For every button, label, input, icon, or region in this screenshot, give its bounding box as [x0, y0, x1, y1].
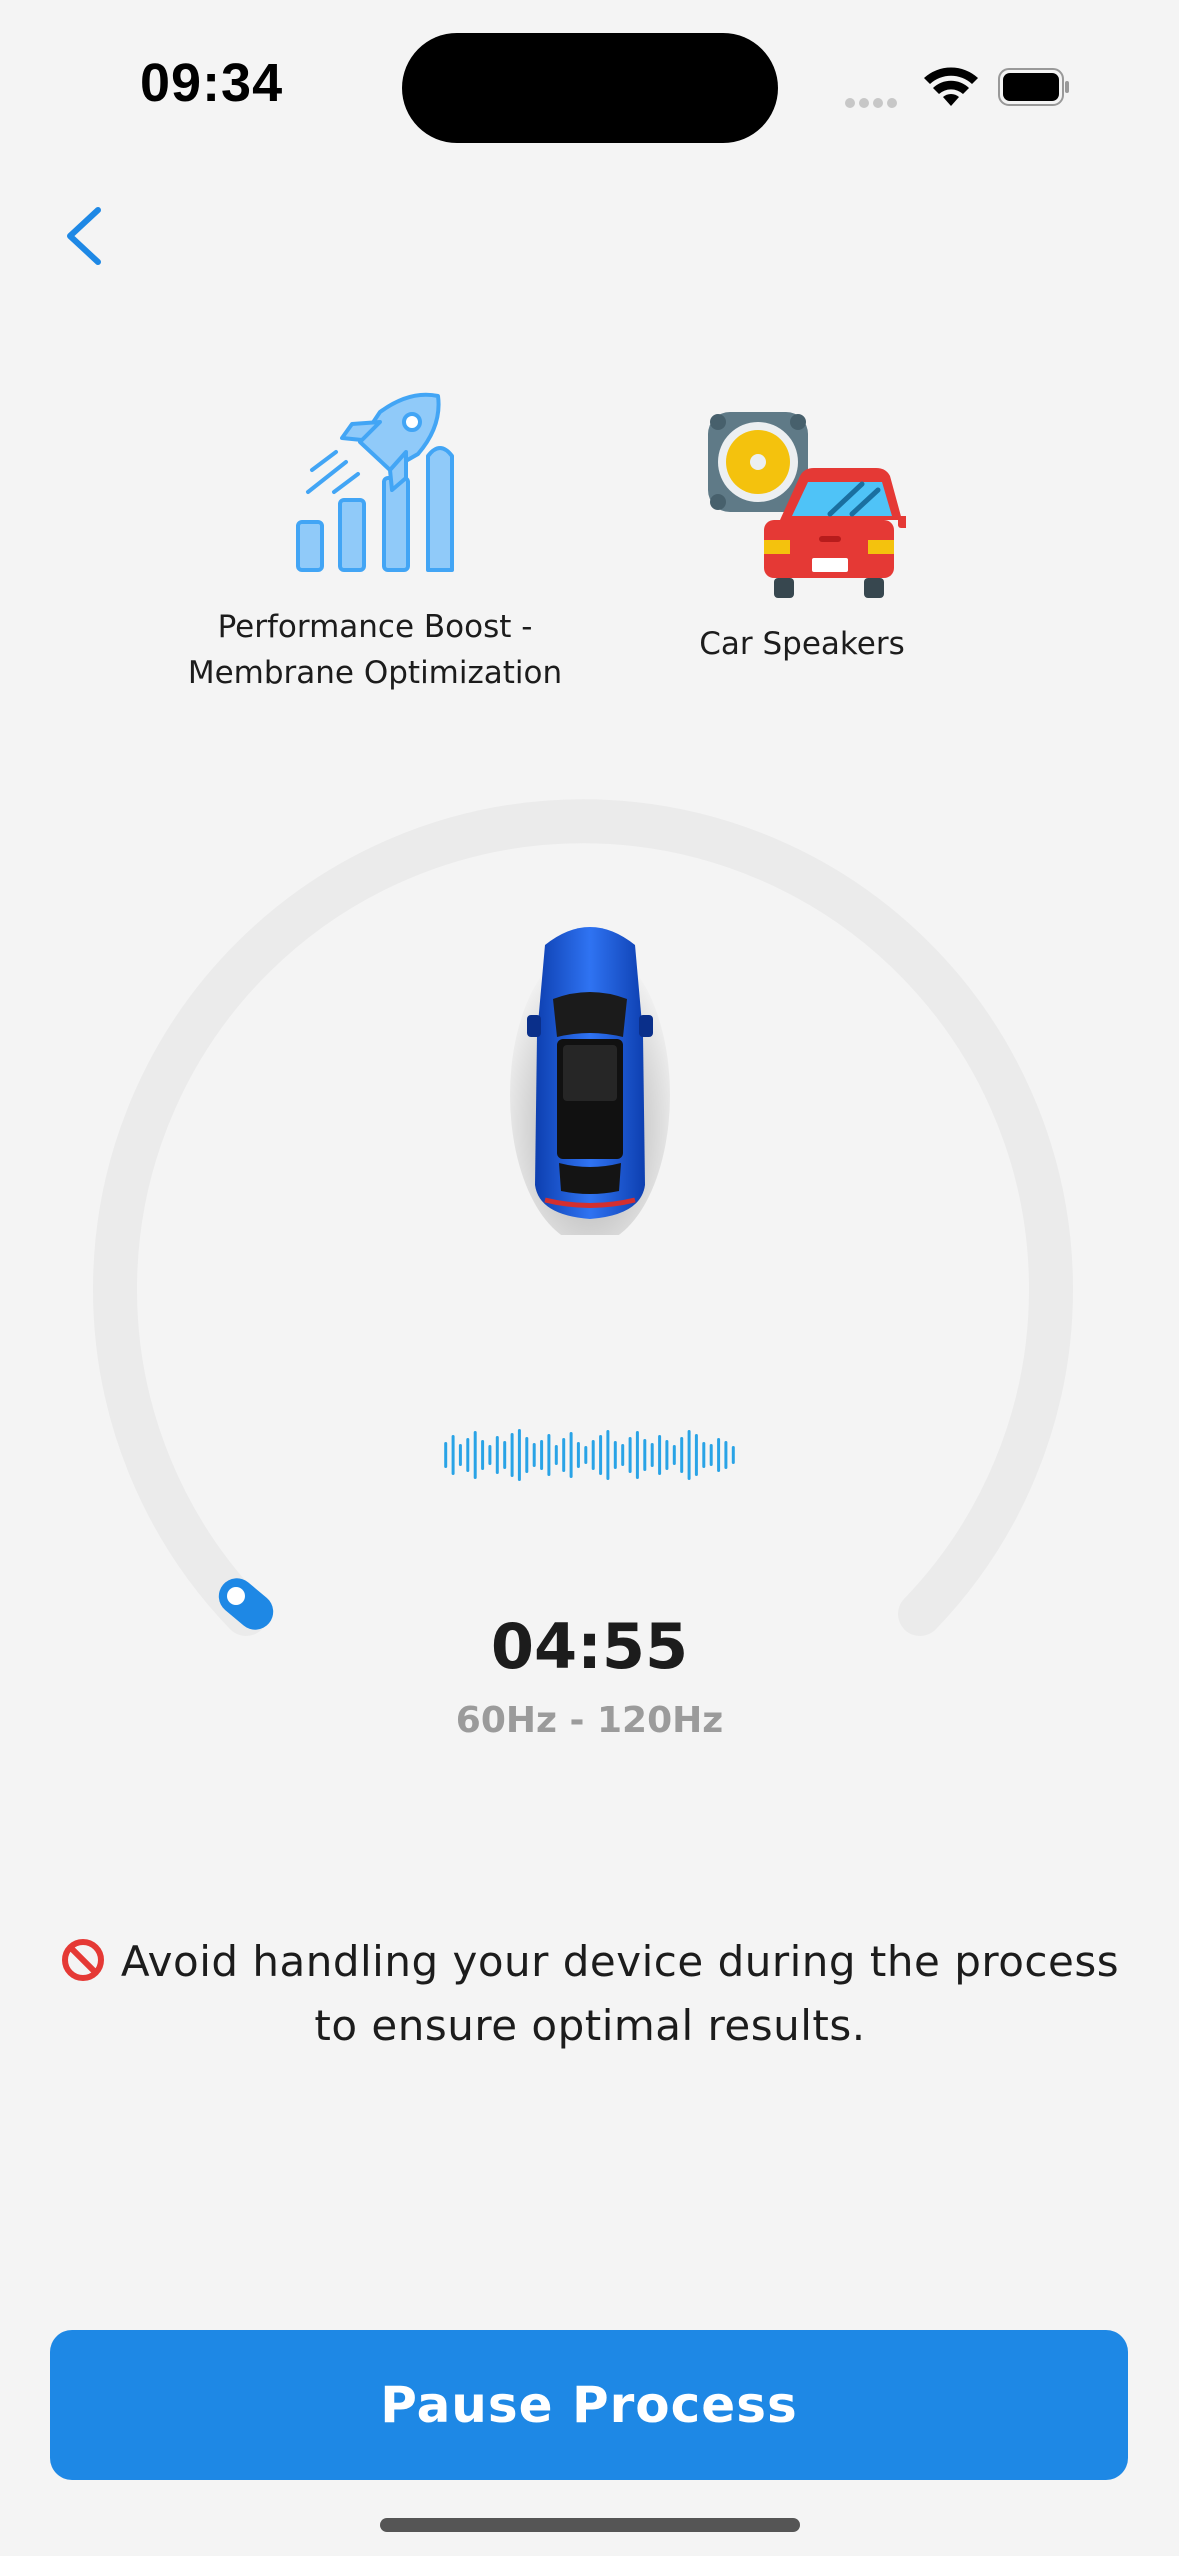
waveform-bar [591, 1440, 595, 1470]
waveform-bar [532, 1443, 536, 1467]
home-indicator[interactable] [380, 2518, 800, 2532]
process-timer: 04:55 [490, 1610, 689, 1683]
waveform-bar [466, 1438, 470, 1472]
dynamic-island [402, 33, 778, 143]
progress-ring [93, 799, 1073, 1636]
car-speaker-icon [708, 412, 906, 598]
status-time: 09:34 [140, 53, 284, 113]
waveform-bar [451, 1435, 455, 1475]
feature-label-performance: Performance Boost - Membrane Optimizatio… [187, 609, 563, 691]
waveform-bar [444, 1442, 448, 1468]
feature-label-car-speakers: Car Speakers [699, 626, 905, 662]
waveform-bar [635, 1431, 639, 1479]
waveform-bar [540, 1440, 544, 1470]
waveform-bar [510, 1433, 514, 1477]
rocket-bars-icon [296, 392, 454, 572]
waveform-bar [658, 1435, 662, 1475]
waveform-bar [687, 1430, 691, 1480]
cellular-signal-icon [845, 93, 905, 108]
waveform-bar [724, 1441, 728, 1469]
car-image [510, 927, 670, 1235]
waveform-bar [517, 1429, 521, 1481]
waveform-bar [694, 1434, 698, 1476]
battery-icon [998, 68, 1069, 106]
waveform-bar [606, 1430, 610, 1480]
waveform-bar [525, 1437, 529, 1473]
waveform-bar [569, 1432, 573, 1478]
warning-text: Avoid handling your device during the pr… [120, 1937, 1120, 2050]
waveform-bar [584, 1446, 588, 1464]
audio-waveform [444, 1429, 735, 1481]
waveform-bar [473, 1431, 477, 1479]
waveform-bar [680, 1437, 684, 1473]
waveform-bar [621, 1444, 625, 1466]
waveform-bar [576, 1442, 580, 1468]
waveform-bar [481, 1440, 485, 1470]
wifi-icon [924, 67, 978, 106]
waveform-bar [650, 1443, 654, 1467]
waveform-bar [709, 1444, 713, 1466]
prohibited-icon [61, 1939, 104, 1981]
waveform-bar [717, 1438, 721, 1472]
waveform-bar [488, 1445, 492, 1465]
waveform-bar [458, 1444, 462, 1466]
waveform-bar [562, 1438, 566, 1472]
waveform-bar [665, 1440, 669, 1470]
pause-process-button[interactable]: Pause Process [50, 2330, 1128, 2480]
waveform-bar [672, 1445, 676, 1465]
waveform-bar [495, 1436, 499, 1474]
waveform-bar [628, 1437, 632, 1473]
chevron-left-icon [67, 207, 101, 265]
waveform-bar [503, 1441, 507, 1469]
frequency-range: 60Hz - 120Hz [455, 1700, 724, 1741]
back-button[interactable] [56, 200, 116, 272]
waveform-bar [731, 1446, 735, 1464]
waveform-bar [599, 1435, 603, 1475]
waveform-bar [643, 1439, 647, 1471]
waveform-bar [613, 1441, 617, 1469]
waveform-bar [702, 1442, 706, 1468]
waveform-bar [547, 1434, 551, 1476]
waveform-bar [554, 1445, 558, 1465]
warning-message: Avoid handling your device during the pr… [60, 1930, 1120, 2058]
